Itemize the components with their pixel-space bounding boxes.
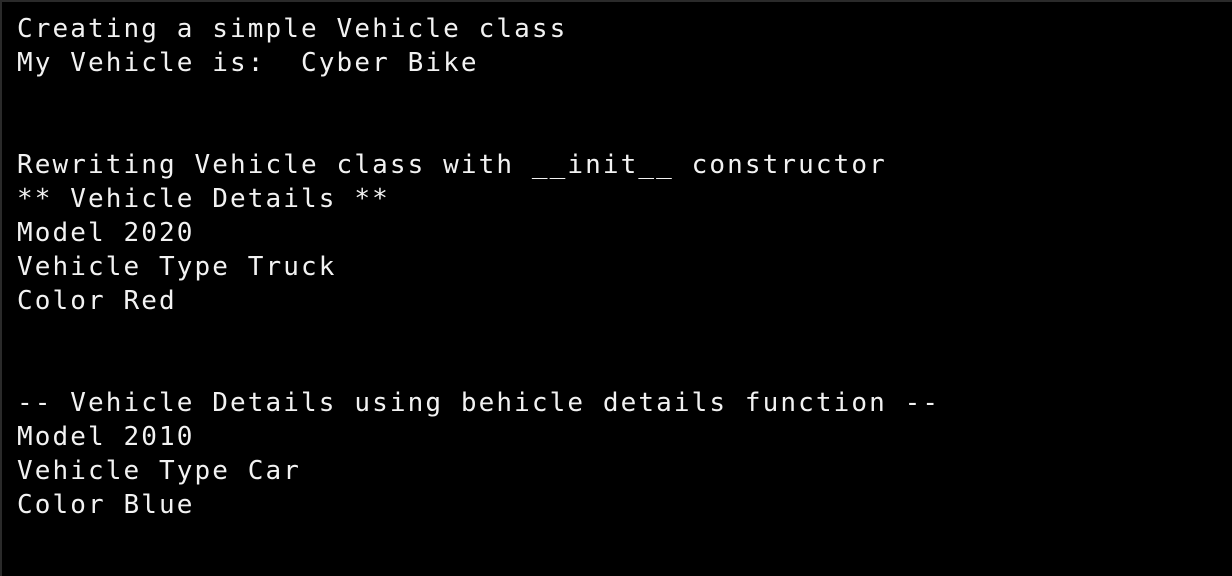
console-line: ** Vehicle Details ** — [17, 184, 390, 214]
console-line: Vehicle Type Truck — [17, 252, 337, 282]
console-line: Color Red — [17, 286, 177, 316]
console-line: My Vehicle is: Cyber Bike — [17, 48, 479, 78]
console-output: Creating a simple Vehicle class My Vehicl… — [17, 12, 1232, 522]
console-line: Color Blue — [17, 490, 195, 520]
console-line: Vehicle Type Car — [17, 456, 302, 486]
terminal-window[interactable]: Creating a simple Vehicle class My Vehicl… — [0, 0, 1232, 576]
console-line: Rewriting Vehicle class with __init__ co… — [17, 150, 887, 180]
console-line: -- Vehicle Details using behicle details… — [17, 388, 941, 418]
console-line: Model 2020 — [17, 218, 195, 248]
console-line: Creating a simple Vehicle class — [17, 14, 568, 44]
console-line: Model 2010 — [17, 422, 195, 452]
